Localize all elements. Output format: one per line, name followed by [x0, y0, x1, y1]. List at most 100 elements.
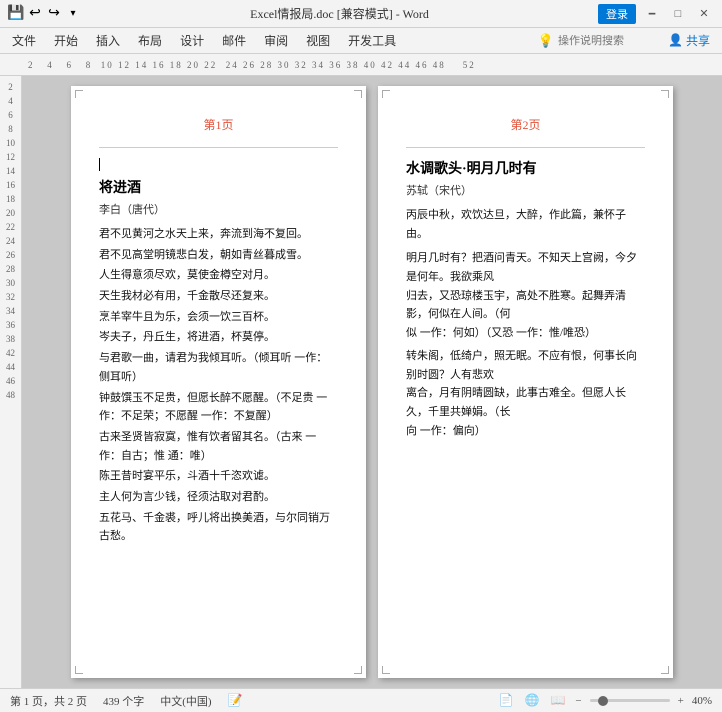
page-1-label: 第1页	[99, 116, 338, 133]
view-read-btn[interactable]: 📖	[549, 693, 567, 709]
ruler-num-46: 46	[0, 374, 21, 388]
p1-line-11: 主人何为言少钱，径须沽取对君酌。	[99, 488, 338, 507]
view-print-btn[interactable]: 📄	[497, 693, 515, 709]
title-bar-controls: 登录 🗕 □ ✕	[598, 4, 714, 24]
undo-icon[interactable]: ↩	[27, 6, 43, 22]
zoom-slider[interactable]	[590, 699, 670, 702]
corner-tr-p2	[661, 90, 669, 98]
ruler-num-36: 36	[0, 318, 21, 332]
ruler-numbers: 2 4 6 8 10 12 14 16 18 20 22 24 26 28 30…	[8, 60, 476, 70]
page-2-divider	[406, 147, 645, 148]
ruler-num-4: 4	[0, 94, 21, 108]
ruler-num-16: 16	[0, 178, 21, 192]
page-2-subtitle: 苏轼（宋代）	[406, 182, 645, 198]
ruler-num-10: 10	[0, 136, 21, 150]
ruler-bar: 2 4 6 8 10 12 14 16 18 20 22 24 26 28 30…	[0, 54, 722, 76]
p1-line-10: 陈王昔时宴平乐，斗酒十千恣欢谑。	[99, 467, 338, 486]
minimize-button[interactable]: 🗕	[642, 6, 662, 22]
side-ruler: 2 4 6 8 10 12 14 16 18 20 22 24 26 28 30…	[0, 76, 22, 688]
p1-line-8: 钟鼓馔玉不足贵，但愿长醉不愿醒。（不足贵 一作：不足荣；不愿醒 一作：不复醒）	[99, 389, 338, 426]
ruler-num-28: 28	[0, 262, 21, 276]
page-1-body: 君不见黄河之水天上来，奔流到海不复回。 君不见高堂明镜悲白发，朝如青丝暮成雪。 …	[99, 225, 338, 546]
title-bar-text: Excel情报局.doc [兼容模式] - Word	[87, 5, 592, 22]
p2-line-6: 离合，月有阴晴圆缺，此事古难全。但愿人长久，千里共婵娟。（长	[406, 384, 645, 421]
p2-line-7: 向 一作：偏向）	[406, 422, 645, 441]
ruler-num-14: 14	[0, 164, 21, 178]
search-input[interactable]	[558, 35, 658, 47]
p2-line-1: 丙辰中秋，欢饮达旦，大醉，作此篇，兼怀子由。	[406, 206, 645, 243]
save-icon[interactable]: 💾	[8, 6, 24, 22]
menu-review[interactable]: 审阅	[256, 30, 296, 51]
page-1[interactable]: 第1页 将进酒 李白（唐代） 君不见黄河之水天上来，奔流到海不复回。 君不见高堂…	[71, 86, 366, 678]
page-1-divider	[99, 147, 338, 148]
p1-line-12: 五花马、千金裘，呼儿将出换美酒，与尔同销万古愁。	[99, 509, 338, 546]
edit-mode-icon: 📝	[228, 693, 243, 708]
menu-layout[interactable]: 布局	[130, 30, 170, 51]
ruler-num-12: 12	[0, 150, 21, 164]
ruler-num-30: 30	[0, 276, 21, 290]
ruler-num-22: 22	[0, 220, 21, 234]
share-button[interactable]: 👤 共享	[660, 30, 718, 51]
p2-line-5: 转朱阁，低绮户，照无眠。不应有恨，何事长向别时圆？人有悲欢	[406, 347, 645, 384]
text-cursor	[99, 158, 100, 171]
page-1-subtitle: 李白（唐代）	[99, 201, 338, 217]
menu-search-area: 💡	[538, 33, 658, 49]
p1-line-5: 烹羊宰牛且为乐，会须一饮三百杯。	[99, 308, 338, 327]
corner-bl-p2	[382, 666, 390, 674]
ruler-num-8: 8	[0, 122, 21, 136]
close-button[interactable]: ✕	[694, 6, 714, 22]
menu-design[interactable]: 设计	[172, 30, 212, 51]
login-button[interactable]: 登录	[598, 4, 636, 24]
quick-access-toolbar: 💾 ↩ ↪ ▾	[8, 6, 81, 22]
p1-line-4: 天生我材必有用，千金散尽还复来。	[99, 287, 338, 306]
menu-start[interactable]: 开始	[46, 30, 86, 51]
status-right: 📄 🌐 📖 − + 40%	[497, 693, 712, 709]
customize-icon[interactable]: ▾	[65, 6, 81, 22]
word-count: 439 个字	[103, 693, 144, 709]
menu-dev-tools[interactable]: 开发工具	[340, 30, 404, 51]
zoom-level: 40%	[692, 695, 712, 707]
ruler-num-20: 20	[0, 206, 21, 220]
page-2-body: 丙辰中秋，欢饮达旦，大醉，作此篇，兼怀子由。 明月几时有？把酒问青天。不知天上宫…	[406, 206, 645, 440]
p1-line-3: 人生得意须尽欢，莫使金樽空对月。	[99, 266, 338, 285]
page-2[interactable]: 第2页 水调歌头·明月几时有 苏轼（宋代） 丙辰中秋，欢饮达旦，大醉，作此篇，兼…	[378, 86, 673, 678]
ruler-num-6: 6	[0, 108, 21, 122]
ruler-num-26: 26	[0, 248, 21, 262]
corner-tr-p1	[354, 90, 362, 98]
share-icon: 👤	[668, 33, 683, 48]
zoom-minus-icon[interactable]: −	[575, 695, 581, 707]
menu-view[interactable]: 视图	[298, 30, 338, 51]
p1-line-9: 古来圣贤皆寂寞，惟有饮者留其名。（古来 一作：自古；惟 通：唯）	[99, 428, 338, 465]
zoom-plus-icon[interactable]: +	[678, 695, 684, 707]
redo-icon[interactable]: ↪	[46, 6, 62, 22]
p1-line-6: 岑夫子，丹丘生，将进酒，杯莫停。	[99, 328, 338, 347]
ruler-num-24: 24	[0, 234, 21, 248]
language: 中文(中国)	[160, 693, 211, 709]
menu-insert[interactable]: 插入	[88, 30, 128, 51]
menu-file[interactable]: 文件	[4, 30, 44, 51]
corner-tl-p1	[75, 90, 83, 98]
p1-line-1: 君不见黄河之水天上来，奔流到海不复回。	[99, 225, 338, 244]
ruler-num-48: 48	[0, 388, 21, 402]
ruler-num-18: 18	[0, 192, 21, 206]
p2-line-4: 似 一作：何如）（又恐 一作：惟/唯恐）	[406, 324, 645, 343]
search-light-icon: 💡	[538, 33, 554, 49]
corner-br-p2	[661, 666, 669, 674]
view-web-btn[interactable]: 🌐	[523, 693, 541, 709]
corner-br-p1	[354, 666, 362, 674]
ruler-num-38: 38	[0, 332, 21, 346]
p1-line-7: 与君歌一曲，请君为我倾耳听。（倾耳听 一作：侧耳听）	[99, 349, 338, 386]
menu-mail[interactable]: 邮件	[214, 30, 254, 51]
ruler-num-34: 34	[0, 304, 21, 318]
page-1-title: 将进酒	[99, 177, 338, 197]
zoom-thumb	[598, 696, 608, 706]
maximize-button[interactable]: □	[668, 6, 688, 22]
menu-bar: 文件 开始 插入 布局 设计 邮件 审阅 视图 开发工具 💡 👤 共享	[0, 28, 722, 54]
page-2-title: 水调歌头·明月几时有	[406, 158, 645, 178]
document-area: 第1页 将进酒 李白（唐代） 君不见黄河之水天上来，奔流到海不复回。 君不见高堂…	[22, 76, 722, 688]
p2-line-3: 归去，又恐琼楼玉宇，高处不胜寒。起舞弄清影，何似在人间。（何	[406, 287, 645, 324]
title-bar: 💾 ↩ ↪ ▾ Excel情报局.doc [兼容模式] - Word 登录 🗕 …	[0, 0, 722, 28]
ruler-num-2: 2	[0, 80, 21, 94]
ruler-num-44: 44	[0, 360, 21, 374]
ruler-num-42: 42	[0, 346, 21, 360]
